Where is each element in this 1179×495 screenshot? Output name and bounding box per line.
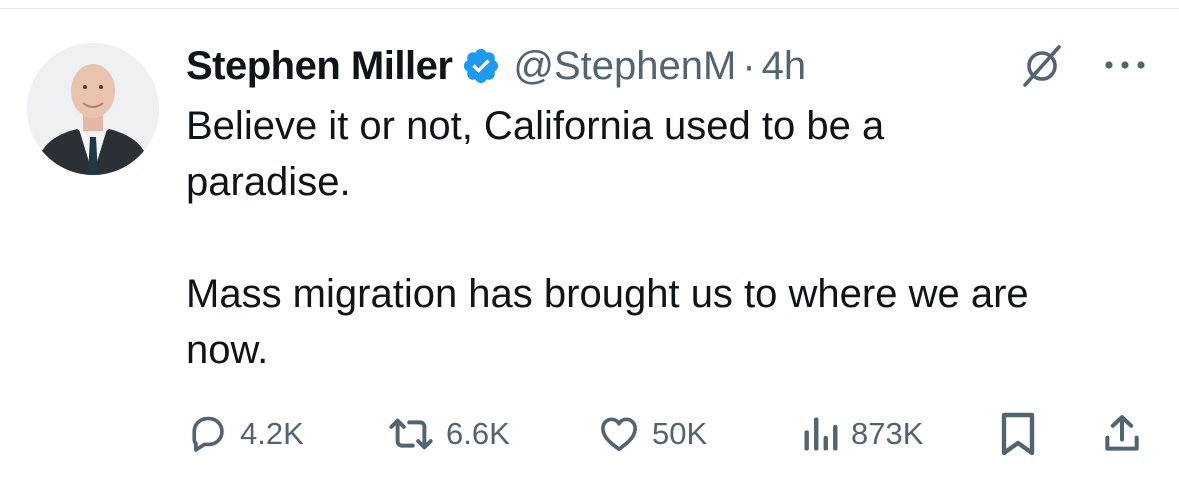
- tweet-text: Believe it or not, California used to be…: [186, 98, 1146, 378]
- tweet-text-line: paradise.: [186, 160, 351, 204]
- share-button[interactable]: [1100, 408, 1144, 460]
- author-handle[interactable]: @StephenM: [513, 44, 736, 89]
- like-button[interactable]: 50K: [596, 408, 707, 460]
- verified-badge-icon[interactable]: [461, 46, 501, 86]
- more-icon[interactable]: [1102, 55, 1148, 75]
- retweet-count: 6.6K: [446, 416, 510, 451]
- share-icon: [1105, 415, 1139, 451]
- tweet-actions: 4.2K 6.6K 50K 873K: [186, 408, 1146, 460]
- retweet-icon: [389, 418, 433, 450]
- author-name[interactable]: Stephen Miller: [186, 44, 453, 89]
- views-count: 873K: [851, 416, 924, 451]
- tweet-text-line: now.: [186, 328, 269, 372]
- views-button[interactable]: 873K: [801, 408, 923, 460]
- tweet-text-line: Mass migration has brought us to where w…: [186, 272, 1029, 316]
- heart-icon: [601, 417, 637, 452]
- reply-icon: [192, 416, 224, 452]
- retweet-button[interactable]: 6.6K: [386, 408, 510, 460]
- timestamp[interactable]: 4h: [762, 44, 807, 89]
- bookmark-button[interactable]: [998, 408, 1038, 460]
- reply-button[interactable]: 4.2K: [186, 408, 304, 460]
- bookmark-icon: [1001, 412, 1035, 456]
- views-icon: [804, 417, 838, 451]
- avatar-image: [27, 43, 159, 175]
- separator-dot: ·: [742, 43, 756, 88]
- reply-count: 4.2K: [240, 416, 304, 451]
- grok-icon[interactable]: [1018, 42, 1066, 90]
- tweet-text-line: Believe it or not, California used to be…: [186, 104, 885, 148]
- tweet-header: Stephen Miller @StephenM · 4h: [186, 38, 806, 94]
- avatar[interactable]: [27, 43, 159, 175]
- top-divider: [0, 8, 1179, 9]
- like-count: 50K: [652, 416, 708, 451]
